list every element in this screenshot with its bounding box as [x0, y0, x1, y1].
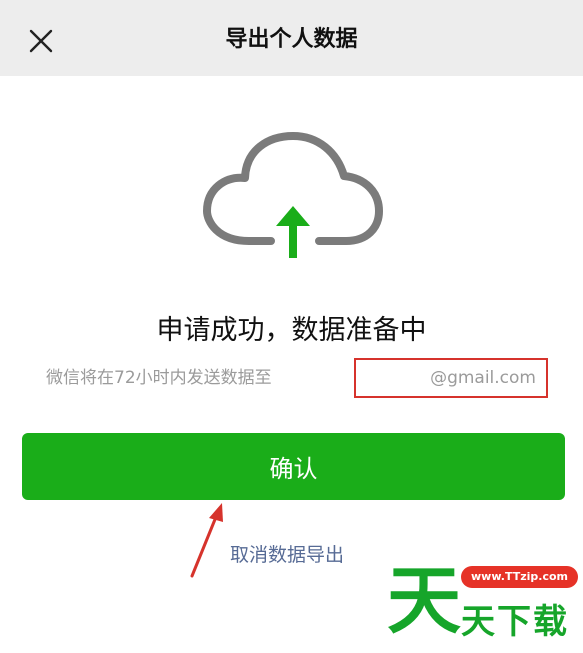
watermark-text: 天下载	[461, 602, 569, 642]
page-title: 导出个人数据	[225, 27, 358, 52]
watermark-url-badge: www.TTzip.com	[461, 566, 578, 588]
watermark-logo: 天 天下载 www.TTzip.com	[385, 558, 583, 653]
email-address: @gmail.com	[430, 368, 536, 388]
cloud-upload-icon	[199, 128, 385, 264]
description-text: 微信将在72小时内发送数据至	[46, 368, 272, 388]
watermark-big-char: 天	[387, 558, 461, 644]
email-highlight-box: @gmail.com	[354, 358, 548, 398]
cancel-export-link[interactable]: 取消数据导出	[230, 539, 344, 571]
annotation-arrow-icon	[190, 503, 223, 578]
confirm-button[interactable]: 确认	[22, 433, 565, 500]
status-headline: 申请成功，数据准备中	[156, 315, 427, 346]
navigation-bar: 导出个人数据	[0, 0, 583, 76]
